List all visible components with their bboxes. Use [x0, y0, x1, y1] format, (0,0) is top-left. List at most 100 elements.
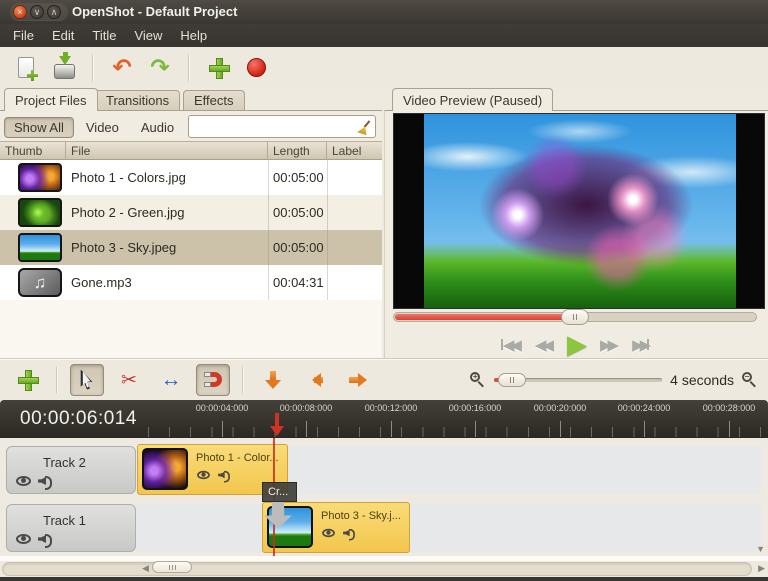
tab-effects[interactable]: Effects: [183, 90, 245, 111]
file-name: Gone.mp3: [71, 265, 132, 300]
undo-button[interactable]: ↶: [108, 54, 136, 82]
play-button[interactable]: ▶: [567, 329, 587, 360]
scrollbar-handle[interactable]: [152, 561, 192, 573]
track-1-lane[interactable]: [136, 504, 762, 552]
undo-icon: ↶: [112, 56, 131, 79]
zoom-slider[interactable]: [494, 373, 662, 387]
major-tick: [644, 421, 645, 437]
menu-file[interactable]: File: [4, 24, 43, 47]
colors-thumbnail: [142, 448, 188, 490]
filter-audio-button[interactable]: Audio: [131, 117, 184, 138]
horizontal-scrollbar[interactable]: ◀ ▶: [0, 561, 768, 577]
timeline-ruler[interactable]: 00:00:06:014 00:00:04:000 00:00:08:000 0…: [0, 400, 768, 438]
file-row-colors[interactable]: Photo 1 - Colors.jpg 00:05:00: [0, 160, 382, 195]
column-divider: [327, 230, 328, 265]
maximize-button[interactable]: ∧: [47, 5, 61, 19]
filter-video-button[interactable]: Video: [76, 117, 129, 138]
file-row-audio[interactable]: ♫ Gone.mp3 00:04:31: [0, 265, 382, 300]
clip-audio-icon[interactable]: [343, 528, 355, 538]
add-track-icon: [18, 370, 37, 389]
snap-magnet-icon: [205, 372, 222, 387]
search-input[interactable]: [192, 118, 352, 135]
track-1-header[interactable]: Track 1: [6, 504, 136, 552]
project-files-panel: Show All Video Audio Image Thumb File Le…: [0, 110, 382, 358]
track-name: Track 2: [43, 455, 86, 470]
file-filter-field[interactable]: [188, 115, 376, 138]
column-divider: [268, 230, 269, 265]
column-header-file[interactable]: File: [66, 142, 268, 160]
clip-photo3[interactable]: Photo 3 - Sky.j...: [262, 502, 410, 553]
titlebar[interactable]: × ∨ ∧ OpenShot - Default Project: [0, 0, 768, 24]
menu-edit[interactable]: Edit: [43, 24, 83, 47]
file-table-header: Thumb File Length Label: [0, 141, 382, 160]
zoom-slider-handle[interactable]: [498, 373, 526, 387]
broom-clear-icon[interactable]: [357, 120, 371, 134]
previous-marker-button[interactable]: [298, 364, 332, 396]
zoom-in-icon[interactable]: +: [470, 372, 486, 388]
track-2-header[interactable]: Track 2: [6, 446, 136, 494]
playhead-marker[interactable]: [270, 413, 284, 438]
tab-video-preview[interactable]: Video Preview (Paused): [392, 88, 553, 111]
clip-label: Photo 1 - Color...: [196, 452, 279, 464]
file-table: Thumb File Length Label Photo 1 - Colors…: [0, 141, 382, 300]
vertical-scroll-down-arrow[interactable]: ▼: [756, 544, 765, 554]
video-preview-screen[interactable]: [393, 113, 765, 309]
file-name: Photo 3 - Sky.jpeg: [71, 230, 176, 265]
razor-tool-button[interactable]: ✂: [112, 364, 146, 396]
fast-forward-button[interactable]: ▶▶: [600, 336, 619, 354]
filter-show-all-button[interactable]: Show All: [4, 117, 74, 138]
audio-note-icon: ♫: [18, 268, 62, 297]
next-marker-icon: [347, 371, 367, 389]
next-marker-button[interactable]: [340, 364, 374, 396]
file-row-sky-selected[interactable]: Photo 3 - Sky.jpeg 00:05:00: [0, 230, 382, 265]
track-name: Track 1: [43, 513, 86, 528]
clip-audio-icon[interactable]: [218, 470, 230, 480]
redo-button[interactable]: ↷: [146, 54, 174, 82]
scroll-right-arrow[interactable]: ▶: [758, 563, 765, 574]
add-media-button[interactable]: [204, 54, 232, 82]
snapping-button[interactable]: [196, 364, 230, 396]
seek-handle[interactable]: [561, 309, 589, 325]
column-header-length[interactable]: Length: [268, 142, 327, 160]
track-visibility-icon[interactable]: [16, 476, 31, 486]
export-video-button[interactable]: [242, 54, 270, 82]
major-tick: [475, 421, 476, 437]
scroll-left-arrow[interactable]: ◀: [142, 563, 149, 574]
save-project-button[interactable]: [50, 54, 78, 82]
menu-title[interactable]: Title: [83, 24, 125, 47]
tab-project-files[interactable]: Project Files: [4, 88, 98, 111]
column-header-label[interactable]: Label: [327, 142, 382, 160]
clip-visibility-icon[interactable]: [322, 529, 335, 538]
new-project-button[interactable]: [12, 54, 40, 82]
skip-to-end-button[interactable]: ▶▶: [632, 336, 653, 354]
scrollbar-track[interactable]: [2, 562, 752, 576]
add-track-button[interactable]: [10, 364, 44, 396]
add-marker-button[interactable]: [256, 364, 290, 396]
zoom-out-icon[interactable]: −: [742, 372, 758, 388]
track-audio-icon[interactable]: [38, 475, 52, 487]
menu-view[interactable]: View: [125, 24, 171, 47]
file-row-green[interactable]: Photo 2 - Green.jpg 00:05:00: [0, 195, 382, 230]
select-tool-button[interactable]: [70, 364, 104, 396]
window-title: OpenShot - Default Project: [72, 0, 237, 24]
column-header-thumb[interactable]: Thumb: [0, 142, 66, 160]
file-name: Photo 1 - Colors.jpg: [71, 160, 186, 195]
tab-transitions[interactable]: Transitions: [95, 90, 180, 111]
seek-bar[interactable]: [393, 312, 757, 322]
major-tick: [560, 421, 561, 437]
main-toolbar: ↶ ↷: [0, 47, 768, 88]
clip-visibility-icon[interactable]: [197, 471, 210, 480]
menu-help[interactable]: Help: [171, 24, 216, 47]
minimize-button[interactable]: ∨: [30, 5, 44, 19]
file-list-empty-area[interactable]: [0, 300, 382, 359]
current-time-display: 00:00:06:014: [20, 408, 137, 430]
skip-to-start-button[interactable]: ◀◀: [501, 336, 522, 354]
track-audio-icon[interactable]: [38, 533, 52, 545]
rewind-button[interactable]: ◀◀: [535, 336, 554, 354]
major-tick: [222, 421, 223, 437]
export-video-icon: [247, 58, 266, 77]
resize-tool-button[interactable]: ↔: [154, 364, 188, 396]
timeline-toolbar: ✂ ↔ + 4 seconds −: [0, 358, 768, 400]
track-visibility-icon[interactable]: [16, 534, 31, 544]
close-button[interactable]: ×: [13, 5, 27, 19]
